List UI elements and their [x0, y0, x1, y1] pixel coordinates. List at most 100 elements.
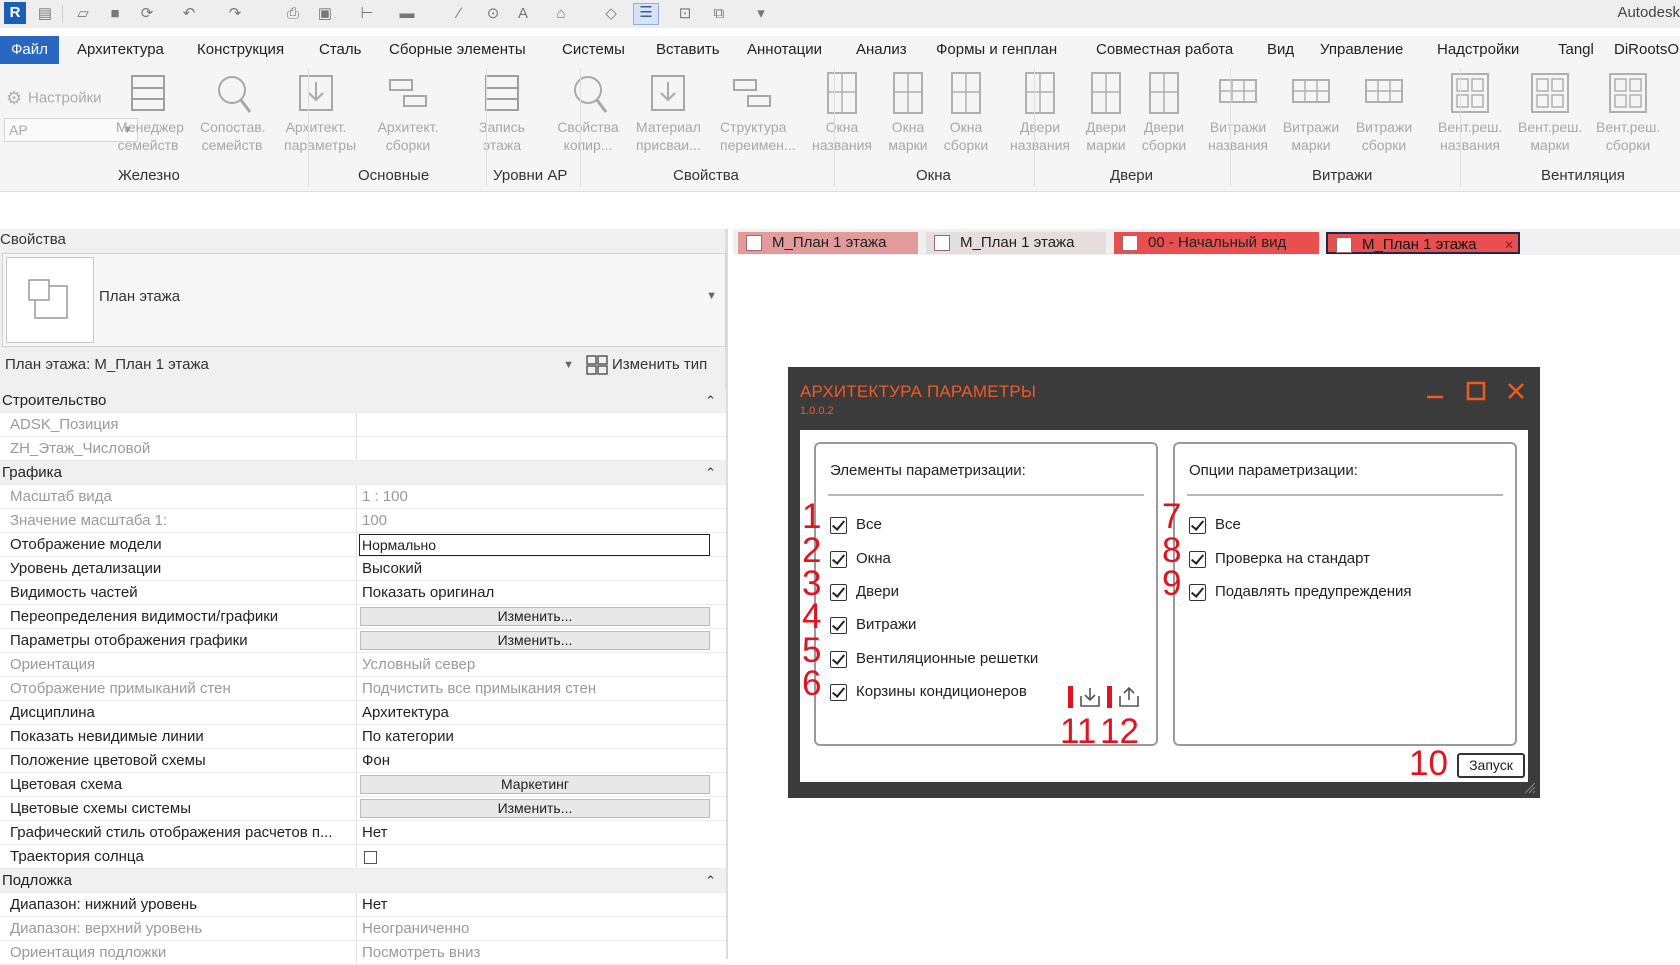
ribbon-button-window-names[interactable]: Окна названия — [810, 68, 874, 155]
property-value[interactable]: Фон — [362, 749, 710, 772]
property-section[interactable]: Строительство ⌃ — [0, 389, 726, 413]
checkbox-box[interactable] — [830, 517, 847, 534]
ribbon-button-door-assembly[interactable]: Двери сборки — [1132, 68, 1196, 155]
tag-icon[interactable]: ⊙ — [484, 5, 502, 23]
measure-icon[interactable]: ⊢ — [358, 5, 376, 23]
property-value[interactable]: Архитектура — [362, 701, 710, 724]
type-selector[interactable]: План этажа ▼ — [2, 253, 726, 347]
tab-structure[interactable]: Конструкция — [197, 36, 284, 64]
property-edit-button[interactable]: Изменить... — [360, 799, 710, 818]
maximize-button[interactable] — [1464, 379, 1488, 403]
ribbon-button-curtain-names[interactable]: Витражи названия — [1206, 68, 1270, 155]
print-icon[interactable]: ⎙ — [284, 5, 302, 23]
ribbon-button-arch-assembly[interactable]: Архитект. сборки — [376, 68, 440, 155]
tab-tangl[interactable]: Tangl — [1558, 36, 1594, 64]
resize-grip-icon[interactable] — [1522, 780, 1536, 794]
ribbon-button-window-marks[interactable]: Окна марки — [876, 68, 940, 155]
ribbon-button-family-compare[interactable]: Сопостав. семейств — [200, 68, 266, 155]
ribbon-button-door-names[interactable]: Двери названия — [1008, 68, 1072, 155]
view-tab-plan-2[interactable]: М_План 1 этажа — [926, 232, 1106, 254]
ribbon-button-material-assign[interactable]: Материал присваи... — [636, 68, 701, 155]
checkbox-box[interactable] — [830, 684, 847, 701]
property-value[interactable]: Нет — [362, 893, 710, 916]
property-value[interactable]: По категории — [362, 725, 710, 748]
ribbon-button-curtain-assembly[interactable]: Витражи сборки — [1352, 68, 1416, 155]
tab-analyze[interactable]: Анализ — [856, 36, 907, 64]
tab-architecture[interactable]: Архитектура — [77, 36, 164, 64]
3d-view-icon[interactable]: ⌂ — [552, 5, 570, 23]
home-icon[interactable]: ▤ — [36, 5, 54, 23]
property-section[interactable]: Графика ⌃ — [0, 461, 726, 485]
ribbon-button-structure-rename[interactable]: Структура переимен... — [720, 68, 796, 155]
checkbox-box[interactable] — [830, 651, 847, 668]
customize-dropdown-icon[interactable]: ▾ — [752, 5, 770, 23]
thin-lines-icon[interactable]: ☰ — [633, 3, 659, 25]
ribbon-button-arch-params[interactable]: Архитект. параметры — [284, 68, 356, 155]
tab-file[interactable]: Файл — [0, 36, 59, 64]
ribbon-button-family-manager[interactable]: Менеджер семейств — [116, 68, 184, 155]
collapse-icon[interactable]: ⌃ — [705, 869, 716, 892]
ribbon-button-window-assembly[interactable]: Окна сборки — [934, 68, 998, 155]
tab-precast[interactable]: Сборные элементы — [389, 36, 526, 64]
property-value[interactable]: Нет — [362, 821, 710, 844]
checkbox-box[interactable] — [1189, 551, 1206, 568]
instance-selector[interactable]: План этажа: М_План 1 этажа ▼ — [2, 353, 580, 377]
redo-icon[interactable]: ↷ — [226, 5, 244, 23]
tab-view[interactable]: Вид — [1267, 36, 1294, 64]
checkbox-box[interactable] — [830, 551, 847, 568]
section-icon[interactable]: ◇ — [602, 5, 620, 23]
tab-systems[interactable]: Системы — [562, 36, 625, 64]
export-icon[interactable] — [1117, 686, 1141, 708]
minimize-button[interactable] — [1423, 379, 1447, 403]
view-tab-plan-1[interactable]: М_План 1 этажа — [738, 232, 918, 254]
settings-button[interactable]: ⚙ Настройки — [6, 88, 102, 109]
dimension-icon[interactable]: ▬ — [398, 5, 416, 23]
checkbox-box[interactable] — [830, 584, 847, 601]
ribbon-button-floor-record[interactable]: Запись этажа — [470, 68, 534, 155]
view-tab-plan-active[interactable]: М_План 1 этажа ✕ — [1326, 232, 1520, 254]
edit-type-button[interactable]: Изменить тип — [586, 353, 707, 377]
save-icon[interactable]: ■ — [106, 5, 124, 23]
line-icon[interactable]: ∕ — [450, 5, 468, 23]
revit-logo[interactable]: R — [4, 2, 26, 24]
close-icon[interactable]: ✕ — [1504, 234, 1514, 256]
property-input[interactable]: Нормально — [359, 534, 710, 556]
open-icon[interactable]: ▱ — [74, 5, 92, 23]
tab-annotate[interactable]: Аннотации — [747, 36, 822, 64]
text-icon[interactable]: A — [514, 5, 532, 23]
tab-diroots[interactable]: DiRootsO — [1614, 36, 1679, 64]
view-tab-start-view[interactable]: 00 - Начальный вид — [1114, 232, 1319, 254]
close-hidden-icon[interactable]: ⊡ — [676, 5, 694, 23]
collapse-icon[interactable]: ⌃ — [705, 461, 716, 484]
ribbon-button-vent-marks[interactable]: Вент.реш. марки — [1518, 68, 1582, 155]
property-edit-button[interactable]: Изменить... — [360, 607, 710, 626]
ribbon-button-curtain-marks[interactable]: Витражи марки — [1279, 68, 1343, 155]
tab-collaborate[interactable]: Совместная работа — [1096, 36, 1233, 64]
property-checkbox[interactable] — [364, 851, 377, 864]
switch-windows-icon[interactable]: ⧉ — [710, 5, 728, 23]
export-icon[interactable]: ▣ — [316, 5, 334, 23]
property-value[interactable]: Высокий — [362, 557, 710, 580]
import-icon[interactable] — [1078, 686, 1102, 708]
ribbon-button-vent-assembly[interactable]: Вент.реш. сборки — [1596, 68, 1660, 155]
checkbox-box[interactable] — [1189, 517, 1206, 534]
run-button[interactable]: Запуск — [1457, 753, 1525, 778]
collapse-icon[interactable]: ⌃ — [705, 389, 716, 412]
tab-massing-site[interactable]: Формы и генплан — [936, 36, 1057, 64]
property-edit-button[interactable]: Маркетинг — [360, 775, 710, 794]
tab-addins[interactable]: Надстройки — [1437, 36, 1519, 64]
checkbox-box[interactable] — [830, 617, 847, 634]
tab-manage[interactable]: Управление — [1320, 36, 1403, 64]
property-edit-button[interactable]: Изменить... — [360, 631, 710, 650]
property-value[interactable]: Показать оригинал — [362, 581, 710, 604]
ribbon-button-vent-names[interactable]: Вент.реш. названия — [1438, 68, 1502, 155]
undo-icon[interactable]: ↶ — [180, 5, 198, 23]
tab-insert[interactable]: Вставить — [656, 36, 720, 64]
close-button[interactable] — [1504, 379, 1528, 403]
ribbon-button-door-marks[interactable]: Двери марки — [1074, 68, 1138, 155]
tab-steel[interactable]: Сталь — [319, 36, 361, 64]
ribbon-button-copy-properties[interactable]: Свойства копир... — [556, 68, 620, 155]
checkbox-box[interactable] — [1189, 584, 1206, 601]
property-section[interactable]: Подложка ⌃ — [0, 869, 726, 893]
sync-icon[interactable]: ⟳ — [138, 5, 156, 23]
